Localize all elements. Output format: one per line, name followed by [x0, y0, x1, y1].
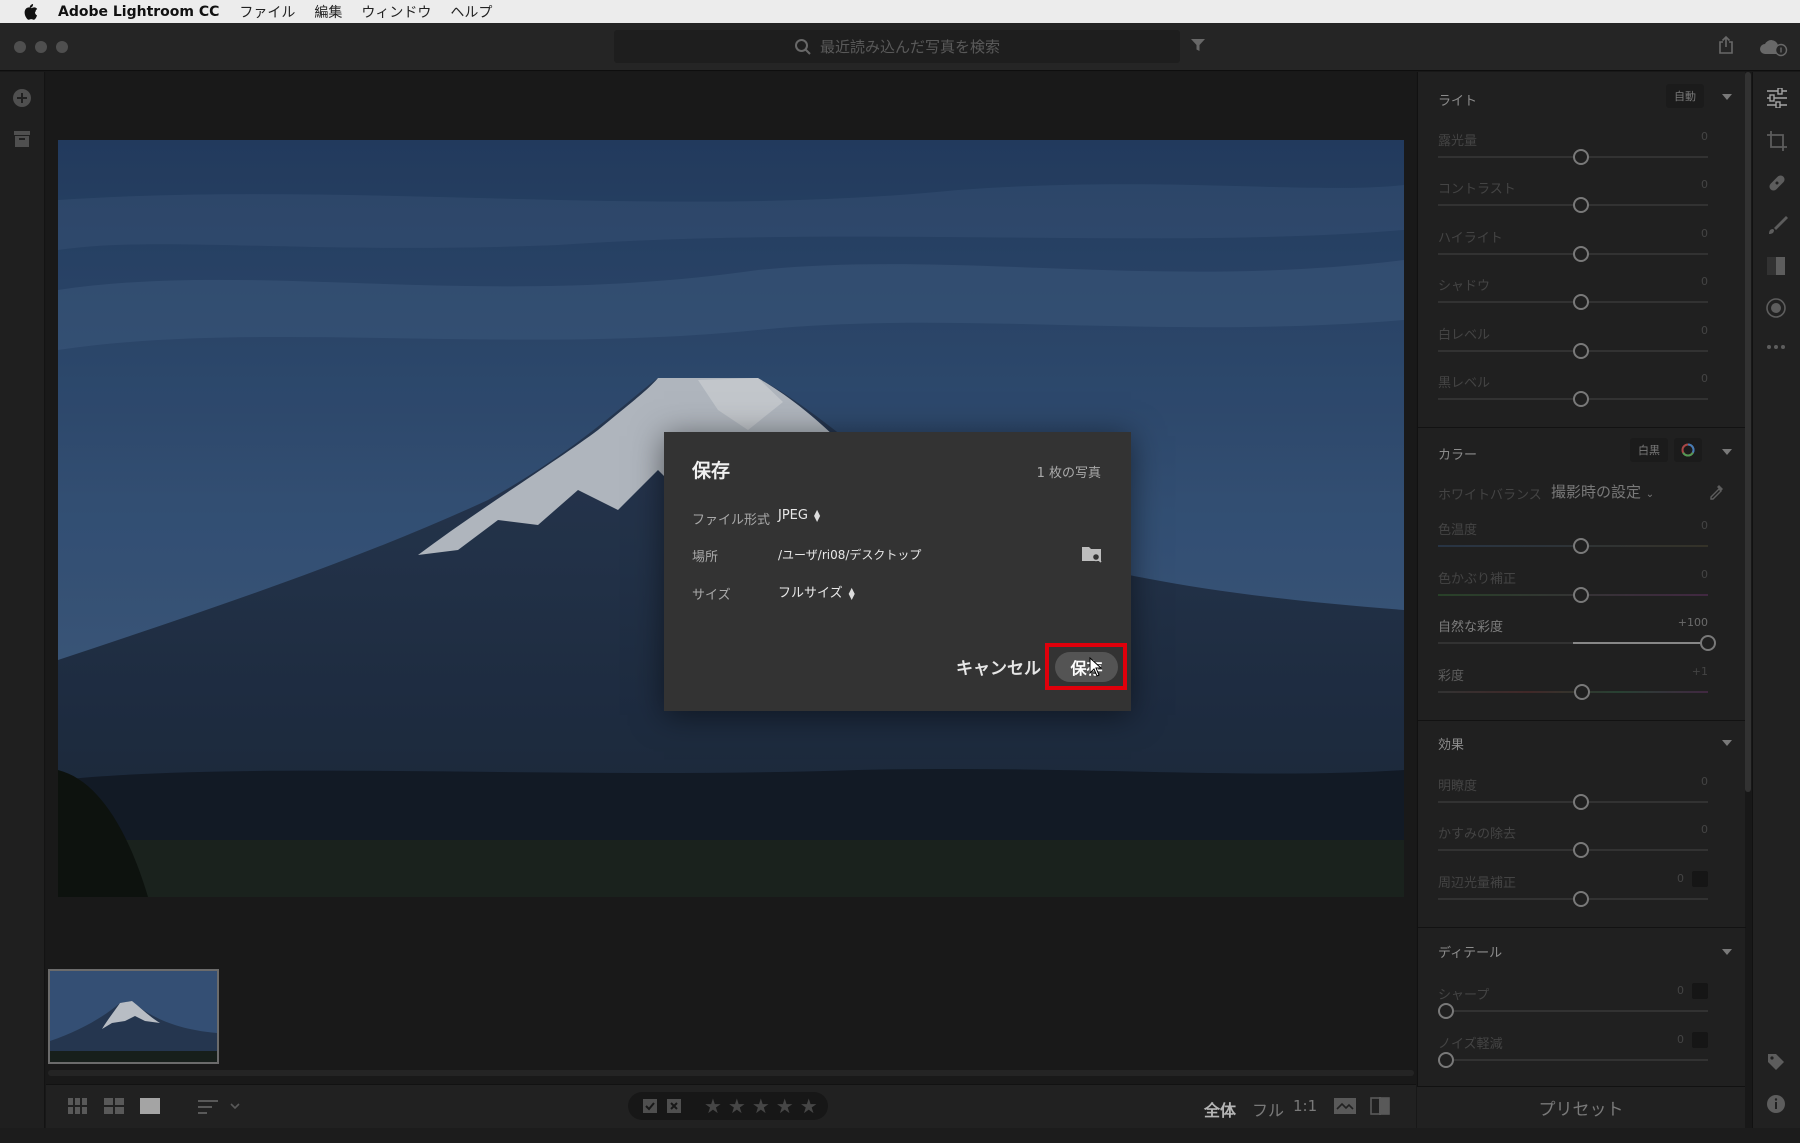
updown-arrows-icon: ▲ ▼ [848, 585, 855, 601]
photo-count: 1 枚の写真 [1036, 466, 1101, 481]
size-select[interactable]: フルサイズ ▲ ▼ [778, 582, 855, 601]
menu-file[interactable]: ファイル [239, 2, 295, 22]
apple-icon[interactable] [22, 3, 38, 20]
updown-arrows-icon: ▲ ▼ [813, 507, 821, 523]
dialog-title: 保存 [692, 460, 731, 482]
size-label: サイズ [692, 588, 731, 603]
menu-edit[interactable]: 編集 [314, 2, 342, 22]
save-dialog: 保存 1 枚の写真 ファイル形式 JPEG ▲ ▼ 場所 /ユーザ/ri08/デスク… [664, 432, 1131, 711]
menu-bar: Adobe Lightroom CC ファイル 編集 ウィンドウ ヘルプ [0, 0, 1800, 23]
file-format-label: ファイル形式 [692, 513, 771, 528]
menu-window[interactable]: ウィンドウ [361, 2, 431, 22]
cancel-button[interactable]: キャンセル [956, 654, 1041, 679]
mouse-cursor-icon [1089, 657, 1103, 677]
choose-folder-icon[interactable] [1081, 544, 1103, 564]
menu-help[interactable]: ヘルプ [450, 2, 492, 22]
save-button[interactable]: 保存 [1055, 652, 1118, 682]
size-value: フルサイズ [778, 586, 843, 601]
file-format-value: JPEG [778, 508, 808, 523]
location-label: 場所 [692, 550, 719, 565]
app-name-menu[interactable]: Adobe Lightroom CC [58, 4, 219, 20]
location-value: /ユーザ/ri08/デスクトップ [778, 548, 922, 562]
file-format-select[interactable]: JPEG ▲ ▼ [778, 508, 820, 523]
